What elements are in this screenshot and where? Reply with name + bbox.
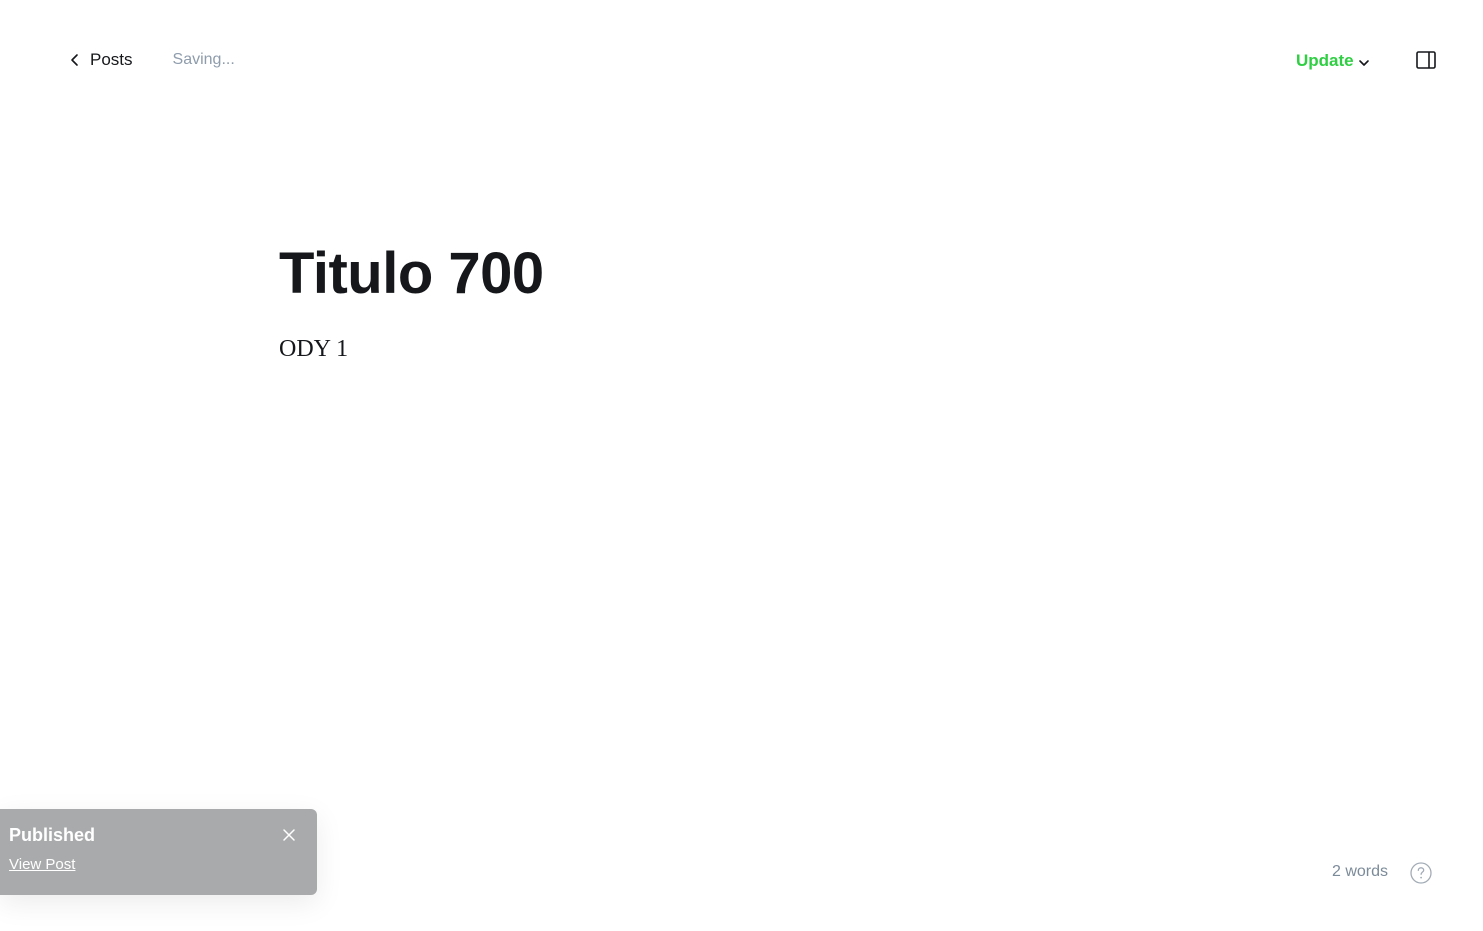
update-button-label: Update [1296,51,1354,70]
sidebar-toggle-icon[interactable] [1415,49,1437,71]
save-status: Saving... [172,51,235,68]
back-link-label: Posts [90,50,133,69]
published-toast: Published View Post [0,809,317,895]
editor-page: Posts Saving... Update Titulo 700 ODY 1 … [0,0,1483,931]
post-title[interactable]: Titulo 700 [279,238,544,310]
back-to-posts-link[interactable]: Posts [68,50,133,70]
toast-title: Published [9,825,96,845]
post-body[interactable]: ODY 1 [279,332,348,366]
update-button[interactable]: Update [1296,48,1370,74]
word-count: 2 words [1332,863,1389,880]
chevron-left-icon [68,53,82,67]
close-icon[interactable] [282,828,296,842]
question-circle-icon[interactable] [1409,861,1433,885]
editor-header-left: Posts Saving... [68,46,235,74]
chevron-down-icon [1358,57,1370,69]
view-post-link[interactable]: View Post [9,856,75,873]
